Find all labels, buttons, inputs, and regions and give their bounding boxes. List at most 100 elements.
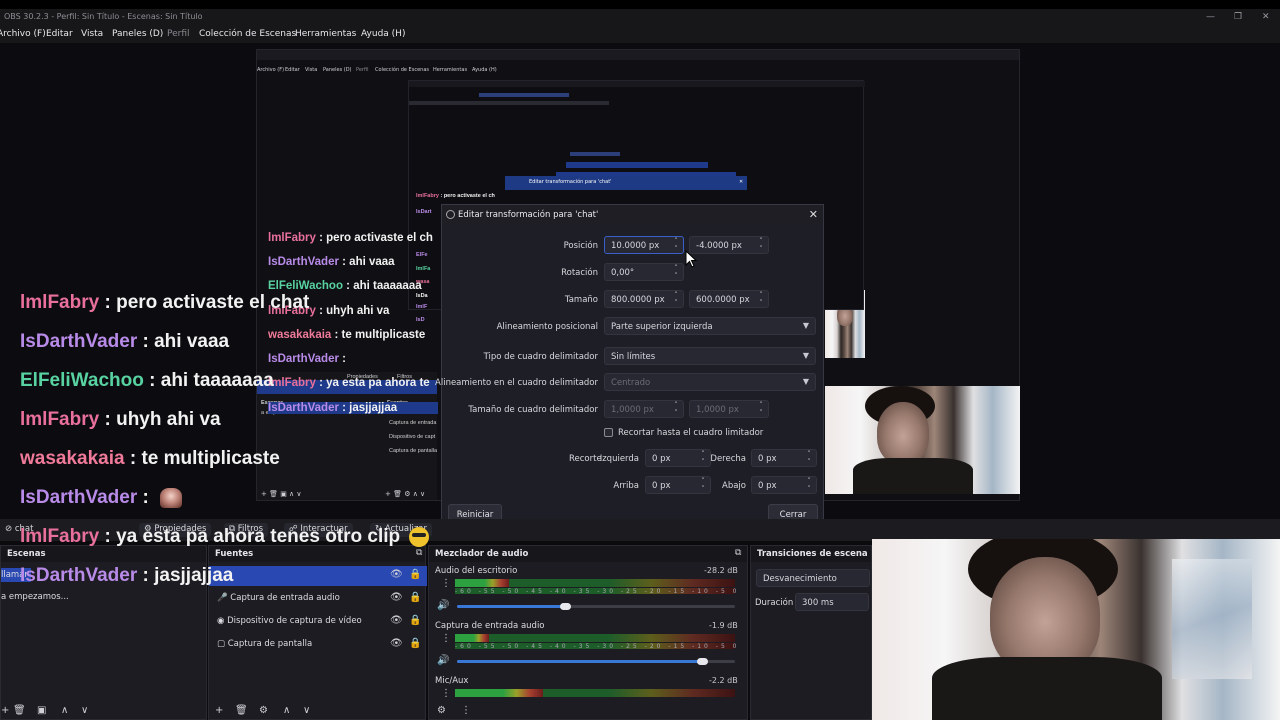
- source-remove-icon[interactable]: 🗑: [235, 705, 248, 716]
- scene-filter-icon[interactable]: ▣: [37, 705, 46, 716]
- bbox-align-select[interactable]: Centrado ▼: [604, 373, 816, 391]
- chevron-down-icon: ▼: [802, 377, 809, 386]
- spin-arrows-icon[interactable]: ˄ ˅: [804, 450, 814, 466]
- bbox-height-input[interactable]: 1,0000 px ˄ ˅: [689, 400, 769, 418]
- position-y-input[interactable]: -4.0000 px ˄ ˅: [689, 236, 769, 254]
- mixer-menu-icon[interactable]: ⋮: [461, 705, 471, 716]
- scene-item[interactable]: a empezamos...: [1, 592, 69, 602]
- menu-edit[interactable]: Editar: [46, 29, 73, 39]
- spin-arrows-icon[interactable]: ˄ ˅: [671, 401, 681, 417]
- scene-up-icon[interactable]: ∧: [61, 705, 68, 716]
- nested-transform-dialog-title: Editar transformación para 'chat' ✕: [505, 176, 747, 190]
- transitions-dock: Transiciones de escena Desvanecimiento D…: [750, 545, 872, 720]
- rotation-input[interactable]: 0,00° ˄ ˅: [604, 263, 684, 281]
- chat-line: IsDarthVader : jasjjajjaa: [20, 565, 234, 586]
- transition-select[interactable]: Desvanecimiento: [756, 569, 870, 587]
- nested-scene-controls: + 🗑 ▣ ∧ ∨: [261, 490, 302, 498]
- eye-icon[interactable]: 👁: [390, 615, 403, 626]
- duration-input[interactable]: 300 ms: [795, 593, 869, 611]
- mixer-volume-knob[interactable]: [697, 658, 708, 665]
- source-up-icon[interactable]: ∧: [283, 705, 290, 716]
- spin-arrows-icon[interactable]: ˄ ˅: [756, 237, 766, 253]
- chat-line: ElFeliWachoo : ahi taaaaaaa: [20, 370, 274, 391]
- close-icon[interactable]: ✕: [809, 208, 818, 221]
- eye-icon[interactable]: 👁: [390, 569, 403, 580]
- scene-remove-icon[interactable]: 🗑: [13, 705, 26, 716]
- chat-line: IsDarthVader : ahi vaaa: [20, 331, 230, 352]
- window-title: OBS 30.2.3 - Perfil: Sin Título - Escena…: [4, 12, 203, 21]
- menu-help[interactable]: Ayuda (H): [361, 29, 405, 39]
- size-width-input[interactable]: 800.0000 px ˄ ˅: [604, 290, 684, 308]
- spin-arrows-icon[interactable]: ˄ ˅: [671, 237, 681, 253]
- spin-arrows-icon[interactable]: ˄ ˅: [671, 264, 681, 280]
- dock-undock-icon[interactable]: ⧉: [735, 548, 741, 558]
- menu-docks[interactable]: Paneles (D): [112, 29, 163, 39]
- mixer-volume-slider[interactable]: [457, 660, 703, 663]
- kebab-menu-icon[interactable]: ⋮: [441, 633, 451, 644]
- spin-arrows-icon[interactable]: ˄ ˅: [698, 450, 708, 466]
- source-down-icon[interactable]: ∨: [303, 705, 310, 716]
- size-height-input[interactable]: 600.0000 px ˄ ˅: [689, 290, 769, 308]
- lock-icon[interactable]: 🔒: [409, 615, 421, 626]
- close-icon[interactable]: ✕: [1262, 12, 1270, 22]
- webcam-preview-nested: [825, 386, 1020, 494]
- crop-to-bbox-checkbox[interactable]: [604, 428, 613, 437]
- crop-right-label: Derecha: [710, 454, 746, 464]
- speaker-icon[interactable]: 🔊: [437, 600, 449, 611]
- speaker-icon[interactable]: 🔊: [437, 655, 449, 666]
- menu-tools[interactable]: Herramientas: [295, 29, 356, 39]
- duration-label: Duración: [755, 598, 794, 608]
- minimize-icon[interactable]: —: [1206, 12, 1215, 22]
- alignment-select[interactable]: Parte superior izquierda ▼: [604, 317, 816, 335]
- crop-top-input[interactable]: 0 px ˄ ˅: [645, 476, 711, 494]
- mixer-volume-slider[interactable]: [457, 605, 565, 608]
- menu-view[interactable]: Vista: [81, 29, 103, 39]
- scene-add-icon[interactable]: +: [1, 705, 9, 716]
- sources-dock: Fuentes ⧉ 👁 🔒 🎤 Captura de entrada audio…: [208, 545, 427, 720]
- source-item[interactable]: ▢ Captura de pantalla: [217, 639, 312, 649]
- crop-bottom-input[interactable]: 0 px ˄ ˅: [751, 476, 817, 494]
- rotation-label: Rotación: [561, 268, 598, 278]
- spin-arrows-icon[interactable]: ˄ ˅: [756, 291, 766, 307]
- kebab-menu-icon[interactable]: ⋮: [441, 578, 451, 589]
- mixer-channel-db: -1.9 dB: [709, 621, 738, 630]
- scene-down-icon[interactable]: ∨: [81, 705, 88, 716]
- obs-logo-icon: [446, 210, 455, 219]
- chevron-down-icon: ▼: [802, 321, 809, 330]
- crop-left-label: Izquierda: [599, 454, 639, 464]
- spin-arrows-icon[interactable]: ˄ ˅: [671, 291, 681, 307]
- crop-to-bbox-label: Recortar hasta el cuadro limitador: [618, 428, 764, 438]
- bbox-type-select[interactable]: Sin límites ▼: [604, 347, 816, 365]
- crop-label: Recorte: [569, 454, 602, 464]
- menu-file[interactable]: Archivo (F): [0, 29, 46, 39]
- webcam-overlay: [872, 539, 1280, 720]
- spin-arrows-icon[interactable]: ˄ ˅: [804, 477, 814, 493]
- source-item[interactable]: 🎤 Captura de entrada audio: [217, 593, 340, 603]
- source-settings-icon[interactable]: ⚙: [259, 705, 268, 716]
- maximize-icon[interactable]: ❐: [1234, 12, 1242, 22]
- position-x-input[interactable]: 10.0000 px ˄ ˅: [604, 236, 684, 254]
- eye-icon[interactable]: 👁: [390, 592, 403, 603]
- kebab-menu-icon[interactable]: ⋮: [441, 688, 451, 699]
- mixer-level-meter: [455, 634, 489, 642]
- source-item[interactable]: ◉ Dispositivo de captura de vídeo: [217, 616, 362, 626]
- lock-icon[interactable]: 🔒: [409, 592, 421, 603]
- mixer-settings-icon[interactable]: ⚙: [437, 705, 446, 716]
- mixer-volume-knob[interactable]: [560, 603, 571, 610]
- menu-scene-collection[interactable]: Colección de Escenas: [199, 29, 296, 39]
- eye-icon[interactable]: 👁: [390, 638, 403, 649]
- crop-left-input[interactable]: 0 px ˄ ˅: [645, 449, 711, 467]
- transform-dialog: Editar transformación para 'chat' ✕ Posi…: [435, 204, 824, 530]
- crop-right-input[interactable]: 0 px ˄ ˅: [751, 449, 817, 467]
- dialog-title: Editar transformación para 'chat': [458, 210, 599, 220]
- spin-arrows-icon[interactable]: ˄ ˅: [756, 401, 766, 417]
- source-add-icon[interactable]: +: [215, 705, 223, 716]
- lock-icon[interactable]: 🔒: [409, 638, 421, 649]
- source-item-chat[interactable]: 👁 🔒: [209, 566, 427, 586]
- lock-icon[interactable]: 🔒: [409, 569, 421, 580]
- bbox-width-input[interactable]: 1,0000 px ˄ ˅: [604, 400, 684, 418]
- menu-profile[interactable]: Perfil: [167, 29, 190, 39]
- spin-arrows-icon[interactable]: ˄ ˅: [698, 477, 708, 493]
- scenes-header: Escenas: [1, 546, 206, 562]
- dock-undock-icon[interactable]: ⧉: [416, 548, 422, 558]
